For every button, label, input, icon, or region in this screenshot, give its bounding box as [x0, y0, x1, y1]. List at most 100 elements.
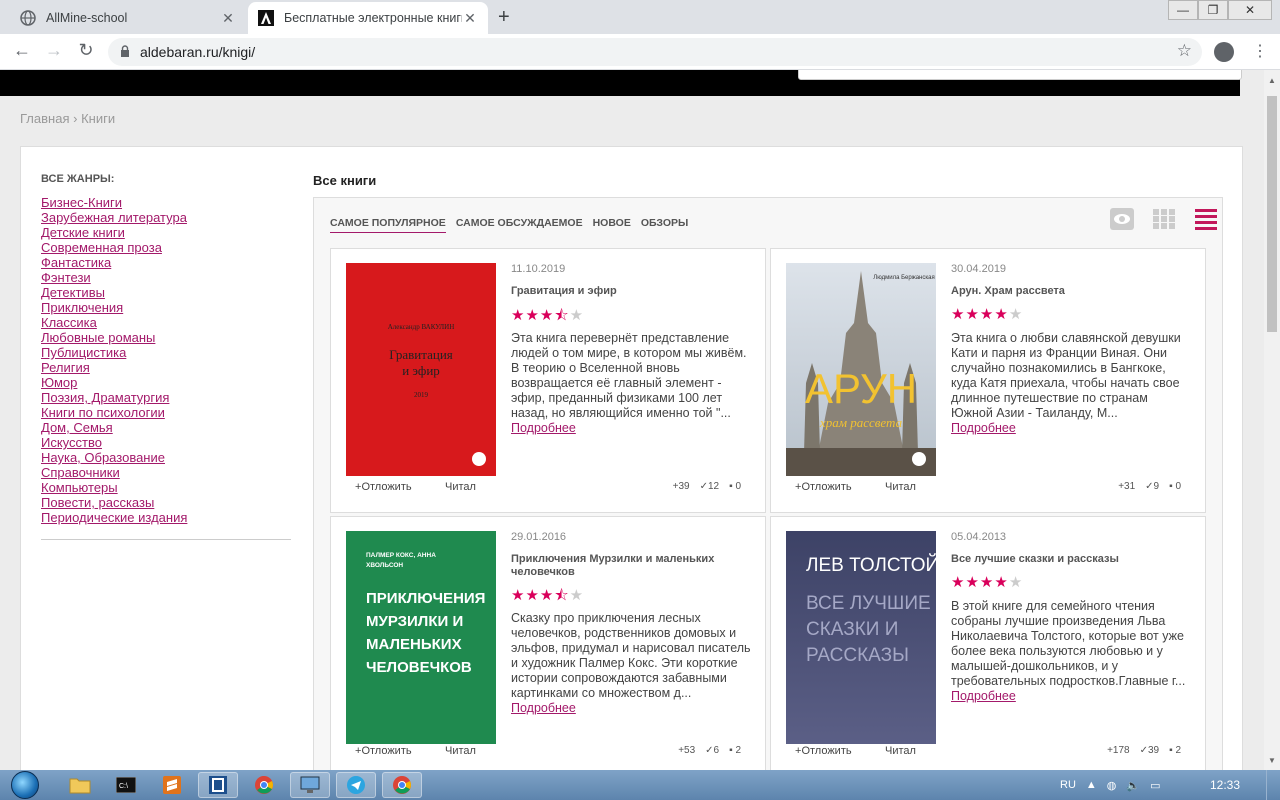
back-icon[interactable]: ← — [10, 40, 34, 61]
book-card[interactable]: Александр ВАКУЛИН Гравитация и эфир 2019… — [330, 248, 766, 513]
genre-link[interactable]: Дом, Семья — [41, 420, 113, 435]
genre-item: Искусство — [41, 435, 187, 450]
genre-link[interactable]: Периодические издания — [41, 510, 187, 525]
language-indicator[interactable]: RU — [1060, 779, 1076, 791]
genre-link[interactable]: Фэнтези — [41, 270, 91, 285]
close-window-icon[interactable]: ✕ — [1228, 0, 1272, 20]
more-link[interactable]: Подробнее — [511, 701, 576, 715]
profile-icon[interactable] — [1214, 42, 1234, 62]
scroll-up-icon[interactable]: ▲ — [1268, 76, 1276, 85]
genre-link[interactable]: Искусство — [41, 435, 102, 450]
genre-link[interactable]: Справочники — [41, 465, 120, 480]
sort-tab[interactable]: САМОЕ ПОПУЛЯРНОЕ — [330, 217, 446, 233]
menu-dots-icon[interactable]: ⋮ — [1252, 41, 1268, 61]
read-button[interactable]: Читал — [445, 745, 476, 757]
remote-desktop-taskbar-icon[interactable] — [290, 772, 330, 798]
book-cover[interactable]: Людмила Бержанская АРУН храм рассвета — [786, 263, 936, 476]
star-icon: ★ — [994, 574, 1009, 591]
start-button[interactable] — [4, 770, 46, 800]
book-title[interactable]: Гравитация и эфир — [511, 285, 751, 298]
list-view-icon[interactable] — [1194, 208, 1218, 230]
restore-icon[interactable]: ❐ — [1198, 0, 1228, 20]
postpone-button[interactable]: +Отложить — [355, 481, 412, 493]
more-link[interactable]: Подробнее — [951, 689, 1016, 703]
read-button[interactable]: Читал — [885, 481, 916, 493]
tray-expand-icon[interactable]: ▲ — [1086, 779, 1097, 791]
reload-icon[interactable]: ↻ — [74, 40, 98, 61]
genre-link[interactable]: Повести, рассказы — [41, 495, 154, 510]
star-icon: ⯪ — [554, 587, 570, 604]
genre-link[interactable]: Детективы — [41, 285, 105, 300]
genre-link[interactable]: Бизнес-Книги — [41, 195, 122, 210]
genre-link[interactable]: Поэзия, Драматургия — [41, 390, 169, 405]
close-tab-icon[interactable]: ✕ — [462, 10, 478, 27]
book-cover[interactable]: ПАЛМЕР КОКС, АННА ХВОЛЬСОН ПРИКЛЮЧЕНИЯ М… — [346, 531, 496, 744]
comments-count: ▪ 0 — [1169, 481, 1181, 492]
book-cover[interactable]: ЛЕВ ТОЛСТОЙ ВСЕ ЛУЧШИЕ СКАЗКИ И РАССКАЗЫ — [786, 531, 936, 744]
app-taskbar-icon[interactable] — [198, 772, 238, 798]
more-link[interactable]: Подробнее — [951, 421, 1016, 435]
genre-link[interactable]: Любовные романы — [41, 330, 155, 345]
genre-link[interactable]: Классика — [41, 315, 97, 330]
genre-link[interactable]: Зарубежная литература — [41, 210, 187, 225]
postpone-button[interactable]: +Отложить — [355, 745, 412, 757]
genre-link[interactable]: Религия — [41, 360, 90, 375]
scroll-down-icon[interactable]: ▼ — [1268, 756, 1276, 765]
genre-link[interactable]: Фантастика — [41, 255, 111, 270]
cmd-taskbar-icon[interactable]: C:\ — [106, 772, 146, 798]
show-desktop-button[interactable] — [1266, 770, 1280, 800]
forward-icon[interactable]: → — [42, 40, 66, 61]
monitor-icon[interactable]: ▭ — [1150, 779, 1160, 792]
postpone-button[interactable]: +Отложить — [795, 745, 852, 757]
genre-link[interactable]: Современная проза — [41, 240, 162, 255]
site-search-input[interactable] — [798, 70, 1242, 80]
breadcrumb-home[interactable]: Главная — [20, 111, 69, 126]
network-icon[interactable]: ◍ — [1107, 779, 1117, 792]
genre-link[interactable]: Детские книги — [41, 225, 125, 240]
book-card[interactable]: ПАЛМЕР КОКС, АННА ХВОЛЬСОН ПРИКЛЮЧЕНИЯ М… — [330, 516, 766, 770]
breadcrumb-current[interactable]: Книги — [81, 111, 115, 126]
svg-text:Гравитация: Гравитация — [389, 347, 453, 362]
sort-tab[interactable]: САМОЕ ОБСУЖДАЕМОЕ — [456, 217, 583, 233]
read-button[interactable]: Читал — [885, 745, 916, 757]
sublime-taskbar-icon[interactable] — [152, 772, 192, 798]
scrollbar-thumb[interactable] — [1267, 96, 1277, 332]
book-stats: +31 ✓9 ▪ 0 — [1118, 481, 1181, 492]
book-title[interactable]: Арун. Храм рассвета — [951, 285, 1191, 298]
chrome-taskbar-icon[interactable] — [244, 772, 284, 798]
book-card[interactable]: ЛЕВ ТОЛСТОЙ ВСЕ ЛУЧШИЕ СКАЗКИ И РАССКАЗЫ… — [770, 516, 1206, 770]
telegram-taskbar-icon[interactable] — [336, 772, 376, 798]
close-tab-icon[interactable]: ✕ — [220, 10, 236, 27]
minimize-icon[interactable]: — — [1168, 0, 1198, 20]
rating-stars: ★★★⯪★ — [511, 305, 584, 330]
book-card[interactable]: Людмила Бержанская АРУН храм рассвета 30… — [770, 248, 1206, 513]
genre-link[interactable]: Наука, Образование — [41, 450, 165, 465]
genre-link[interactable]: Публицистика — [41, 345, 126, 360]
postpone-button[interactable]: +Отложить — [795, 481, 852, 493]
genre-link[interactable]: Юмор — [41, 375, 77, 390]
star-icon: ★ — [979, 574, 995, 591]
clock[interactable]: 12:33 — [1210, 778, 1240, 792]
eye-view-icon[interactable] — [1110, 208, 1134, 230]
book-cover[interactable]: Александр ВАКУЛИН Гравитация и эфир 2019 — [346, 263, 496, 476]
read-button[interactable]: Читал — [445, 481, 476, 493]
read-value: 6 — [713, 745, 720, 756]
volume-icon[interactable]: 🔈 — [1126, 779, 1140, 792]
more-link[interactable]: Подробнее — [511, 421, 576, 435]
genre-link[interactable]: Приключения — [41, 300, 123, 315]
sort-tab[interactable]: НОВОЕ — [593, 217, 631, 233]
genre-link[interactable]: Книги по психологии — [41, 405, 165, 420]
address-bar[interactable]: aldebaran.ru/knigi/ ☆ — [108, 38, 1202, 66]
sort-tab[interactable]: ОБЗОРЫ — [641, 217, 688, 233]
bookmark-star-icon[interactable]: ☆ — [1177, 41, 1192, 61]
explorer-taskbar-icon[interactable] — [60, 772, 100, 798]
genre-link[interactable]: Компьютеры — [41, 480, 118, 495]
grid-view-icon[interactable] — [1152, 208, 1176, 230]
browser-tab-active[interactable]: Бесплатные электронные книги ✕ — [248, 2, 488, 34]
book-title[interactable]: Все лучшие сказки и рассказы — [951, 553, 1191, 566]
book-title[interactable]: Приключения Мурзилки и маленьких человеч… — [511, 553, 751, 579]
browser-tab[interactable]: AllMine-school ✕ — [10, 2, 246, 34]
new-tab-icon[interactable]: + — [498, 6, 510, 29]
chrome-taskbar-icon-active[interactable] — [382, 772, 422, 798]
page-scrollbar[interactable]: ▲ ▼ — [1264, 70, 1280, 770]
